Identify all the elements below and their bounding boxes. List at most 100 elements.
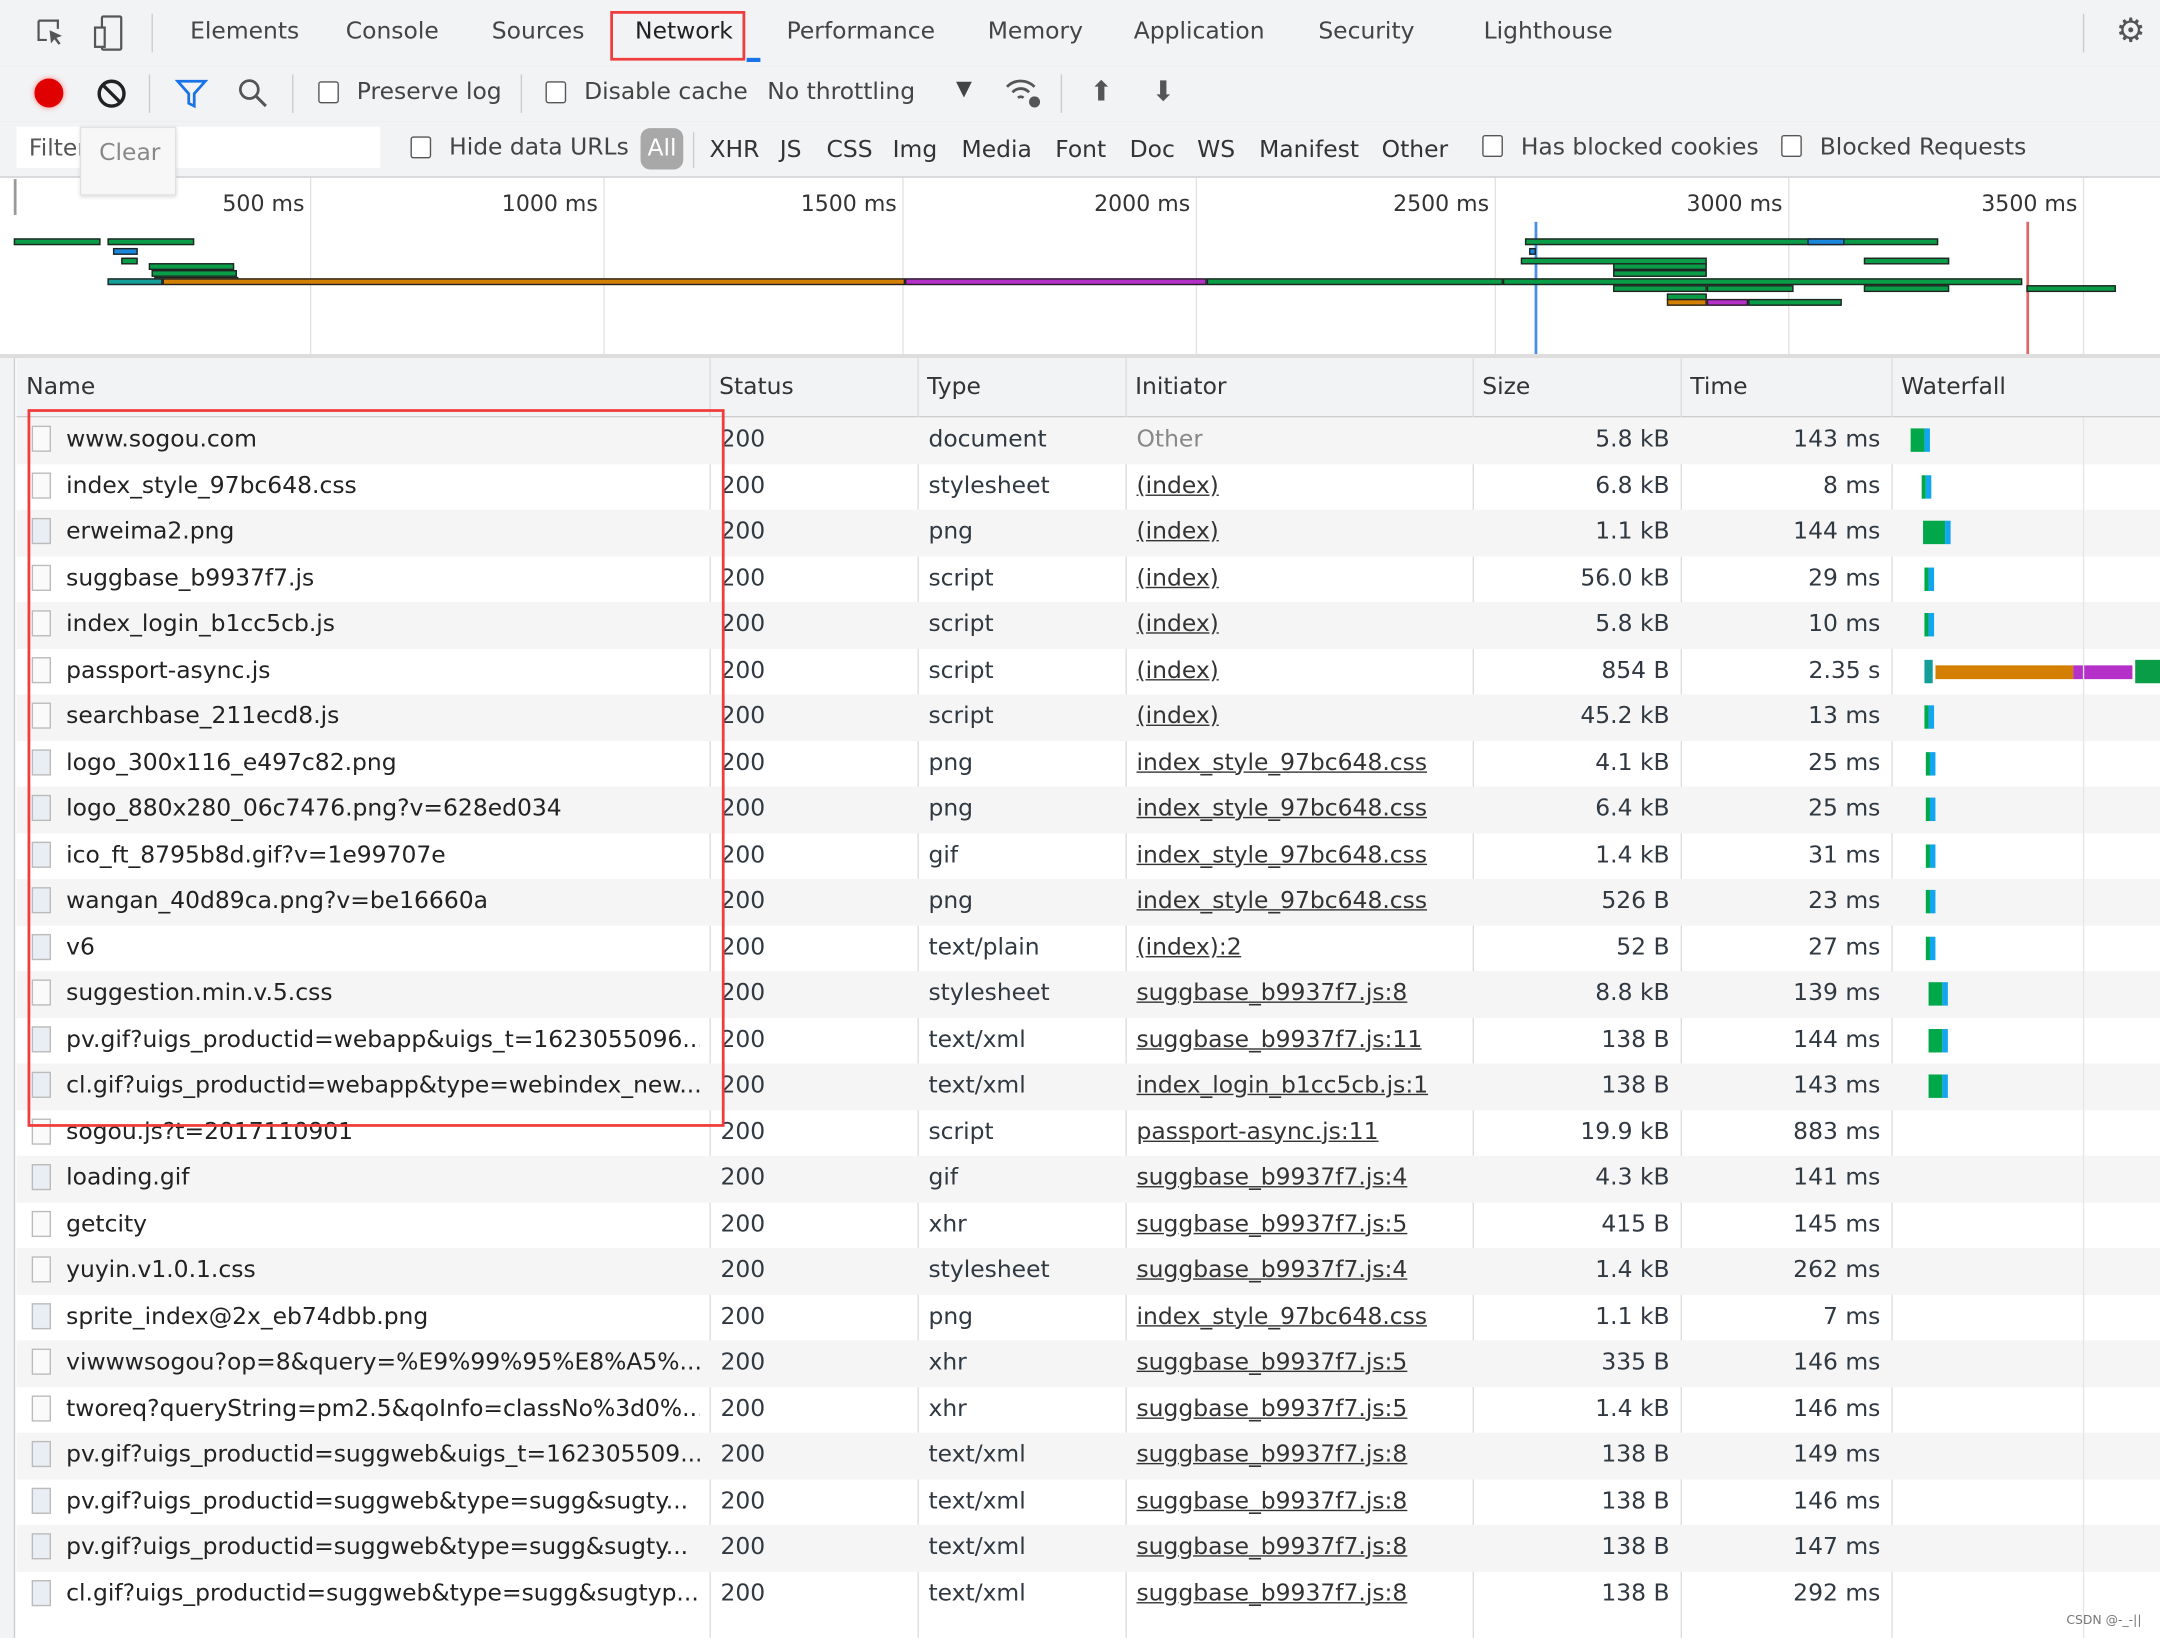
filter-type-ws[interactable]: WS [1197,136,1235,164]
tab-memory[interactable]: Memory [988,18,1083,46]
request-name[interactable]: tworeq?queryString=pm2.5&qoInfo=classNo%… [66,1395,700,1423]
preserve-log-checkbox[interactable] [318,81,339,104]
filter-type-font[interactable]: Font [1055,136,1106,164]
request-initiator[interactable]: suggbase_b9937f7.js:8 [1136,1579,1407,1607]
overview-handle[interactable] [13,179,17,215]
filter-type-js[interactable]: JS [780,136,802,164]
tab-performance[interactable]: Performance [787,18,935,46]
blocked-requests-checkbox[interactable] [1781,134,1802,158]
search-icon[interactable] [237,77,270,110]
chevron-down-icon[interactable]: ▼ [956,76,972,101]
request-initiator[interactable]: index_style_97bc648.css [1136,841,1427,869]
tab-console[interactable]: Console [346,18,439,46]
timeline-overview[interactable]: 500 ms 1000 ms 1500 ms 2000 ms 2500 ms 3000 m… [0,177,2160,357]
request-initiator[interactable]: (index):2 [1136,933,1241,961]
column-header-waterfall[interactable]: Waterfall [1901,373,2006,401]
table-row[interactable]: viwwwsogou?op=8&query=%E9%99%95%E8%A5%..… [16,1340,2160,1387]
request-size: 4.3 kB [1595,1164,1670,1192]
request-initiator[interactable]: suggbase_b9937f7.js:8 [1136,1441,1407,1469]
table-row[interactable]: pv.gif?uigs_productid=suggweb&type=sugg&… [17,1479,2160,1525]
overview-request-bar [1863,285,1949,293]
request-status: 200 [720,1117,766,1146]
column-header-type[interactable]: Type [927,373,981,401]
request-name[interactable]: pv.gif?uigs_productid=suggweb&type=sugg&… [66,1487,700,1515]
column-header-time[interactable]: Time [1690,373,1747,401]
inspect-element-icon[interactable] [34,17,67,50]
request-size: 526 B [1601,887,1670,915]
filter-type-other[interactable]: Other [1382,136,1449,164]
request-initiator[interactable]: (index) [1136,518,1218,546]
request-time: 25 ms [1808,794,1881,823]
request-initiator[interactable]: index_style_97bc648.css [1136,749,1427,777]
request-initiator[interactable]: suggbase_b9937f7.js:8 [1136,979,1407,1007]
request-initiator[interactable]: index_style_97bc648.css [1136,1302,1427,1330]
request-initiator[interactable]: index_style_97bc648.css [1136,887,1427,915]
record-button[interactable] [34,78,64,108]
disable-cache-checkbox[interactable] [545,81,567,104]
table-row[interactable]: sprite_index@2x_eb74dbb.png 200 png index_s… [17,1294,2160,1340]
request-initiator[interactable]: passport-async.js:11 [1136,1118,1378,1146]
filter-type-xhr[interactable]: XHR [709,136,759,164]
tab-security[interactable]: Security [1318,18,1414,46]
request-initiator[interactable]: (index) [1136,472,1218,500]
request-name[interactable]: loading.gif [66,1164,700,1192]
table-row[interactable]: pv.gif?uigs_productid=suggweb&uigs_t=162… [16,1432,2160,1479]
device-toolbar-icon[interactable] [91,14,127,53]
request-status: 200 [720,1256,766,1284]
filter-type-all[interactable]: All [640,128,684,170]
filter-icon[interactable] [174,79,209,109]
waterfall-segment [2134,659,2160,683]
request-name[interactable]: pv.gif?uigs_productid=suggweb&type=sugg&… [66,1533,700,1561]
request-name[interactable]: sprite_index@2x_eb74dbb.png [66,1302,700,1330]
table-row[interactable]: pv.gif?uigs_productid=suggweb&type=sugg&… [16,1524,2160,1572]
request-initiator[interactable]: suggbase_b9937f7.js:4 [1136,1256,1407,1284]
request-initiator[interactable]: suggbase_b9937f7.js:5 [1136,1349,1407,1377]
overview-request-bar [1612,269,1707,277]
tab-lighthouse[interactable]: Lighthouse [1484,18,1613,46]
table-row[interactable]: cl.gif?uigs_productid=suggweb&type=sugg&… [17,1571,2160,1617]
request-type: text/xml [928,1440,1026,1469]
request-name[interactable]: viwwwsogou?op=8&query=%E9%99%95%E8%A5%..… [66,1349,700,1377]
throttling-select[interactable]: No throttling [767,79,915,107]
request-initiator[interactable]: (index) [1136,610,1218,638]
request-initiator[interactable]: suggbase_b9937f7.js:5 [1136,1395,1407,1423]
table-row[interactable]: tworeq?queryString=pm2.5&qoInfo=classNo%… [17,1387,2160,1433]
hide-data-urls-checkbox[interactable] [410,136,432,159]
tab-sources[interactable]: Sources [492,18,585,46]
request-initiator[interactable]: index_style_97bc648.css [1136,795,1427,823]
filter-type-css[interactable]: CSS [827,136,873,164]
clear-log-icon[interactable] [95,77,128,110]
request-initiator[interactable]: (index) [1136,564,1218,592]
request-initiator[interactable]: suggbase_b9937f7.js:11 [1136,1026,1422,1054]
request-initiator[interactable]: (index) [1136,703,1218,731]
filter-type-doc[interactable]: Doc [1130,136,1175,164]
waterfall-segment [1929,936,1935,960]
column-header-name[interactable]: Name [26,373,95,401]
request-initiator[interactable]: index_login_b1cc5cb.js:1 [1136,1072,1428,1100]
request-initiator[interactable]: suggbase_b9937f7.js:8 [1136,1533,1407,1561]
table-row[interactable]: loading.gif 200 gif suggbase_b9937f7.js:4 4.… [16,1155,2160,1202]
request-name[interactable]: getcity [66,1210,700,1238]
request-initiator[interactable]: suggbase_b9937f7.js:5 [1136,1210,1407,1238]
filter-type-img[interactable]: Img [893,136,938,164]
export-har-icon[interactable]: ⬇ [1152,74,1175,107]
request-name[interactable]: cl.gif?uigs_productid=suggweb&type=sugg&… [66,1579,700,1607]
filter-type-media[interactable]: Media [962,136,1032,164]
table-row[interactable]: getcity 200 xhr suggbase_b9937f7.js:5 415 B 1… [17,1202,2160,1248]
filter-type-manifest[interactable]: Manifest [1259,136,1359,164]
request-name[interactable]: yuyin.v1.0.1.css [66,1256,700,1284]
table-row[interactable]: yuyin.v1.0.1.css 200 stylesheet suggbase_b9… [16,1248,2160,1295]
request-initiator[interactable]: suggbase_b9937f7.js:8 [1136,1487,1407,1515]
column-header-initiator[interactable]: Initiator [1135,373,1226,401]
tab-application[interactable]: Application [1134,18,1265,46]
network-conditions-icon[interactable] [1004,74,1045,110]
settings-gear-icon[interactable]: ⚙ [2116,11,2146,50]
column-header-size[interactable]: Size [1482,373,1530,401]
request-initiator[interactable]: suggbase_b9937f7.js:4 [1136,1164,1407,1192]
request-initiator[interactable]: (index) [1136,656,1218,684]
tab-elements[interactable]: Elements [190,18,299,46]
has-blocked-cookies-checkbox[interactable] [1482,134,1503,158]
column-header-status[interactable]: Status [719,373,794,401]
request-name[interactable]: pv.gif?uigs_productid=suggweb&uigs_t=162… [66,1441,700,1469]
import-har-icon[interactable]: ⬆ [1090,74,1113,107]
